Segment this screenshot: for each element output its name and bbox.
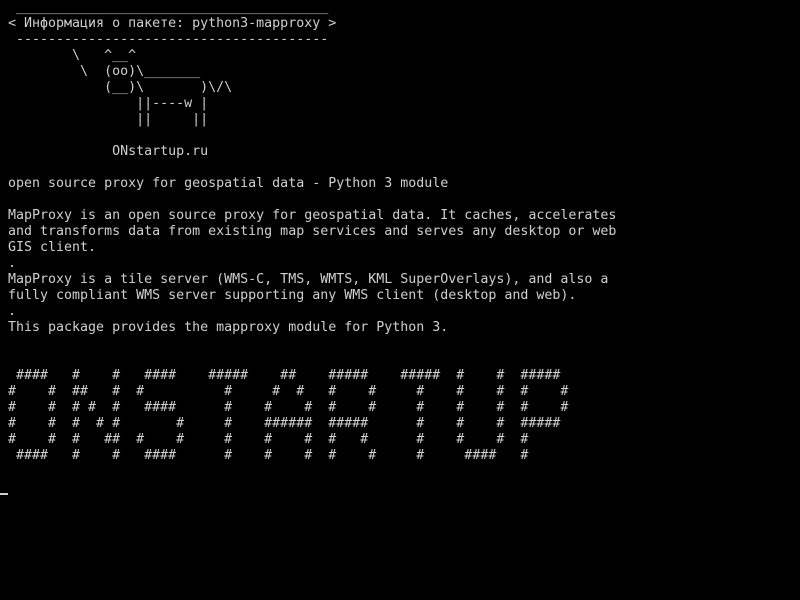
cowsay-message: < Информация о пакете: python3-mapproxy … — [8, 16, 337, 31]
banner-art-line: # # # # # #### # # # # # # # # # # — [8, 400, 569, 415]
site-name: ONstartup.ru — [8, 144, 209, 159]
package-description-line: MapProxy is a tile server (WMS-C, TMS, W… — [8, 272, 609, 287]
cowsay-top-border: _______________________________________ — [8, 0, 329, 15]
package-description-line: This package provides the mapproxy modul… — [8, 320, 449, 335]
package-description-line: MapProxy is an open source proxy for geo… — [8, 208, 617, 223]
package-description-line: and transforms data from existing map se… — [8, 224, 617, 239]
package-description-line: fully compliant WMS server supporting an… — [8, 288, 577, 303]
banner-art-line: #### # # #### ##### ## ##### ##### # # #… — [8, 368, 561, 383]
banner-art-line: # # # ## # # # # # # # # # # # — [8, 432, 529, 447]
terminal-cursor[interactable] — [0, 493, 8, 495]
banner-art-line: # # # # # # # ###### ##### # # # ##### — [8, 416, 561, 431]
cow-ascii-line-4: ||----w | — [8, 96, 209, 111]
package-summary: open source proxy for geospatial data - … — [8, 176, 449, 191]
terminal-screen: _______________________________________ … — [8, 0, 800, 600]
banner-art-line: # # ## # # # # # # # # # # # # — [8, 384, 569, 399]
cow-ascii-line-5: || || — [8, 112, 209, 127]
description-separator: . — [8, 304, 17, 319]
banner-art-line: #### # # #### # # # # # # #### # — [8, 448, 529, 463]
description-separator: . — [8, 256, 17, 271]
package-description-line: GIS client. — [8, 240, 97, 255]
cow-ascii-line-2: \ (oo)\_______ — [8, 64, 201, 79]
cow-ascii-line-1: \ ^__^ — [8, 48, 137, 63]
cow-ascii-line-3: (__)\ )\/\ — [8, 80, 233, 95]
cowsay-bottom-border: --------------------------------------- — [8, 32, 329, 47]
